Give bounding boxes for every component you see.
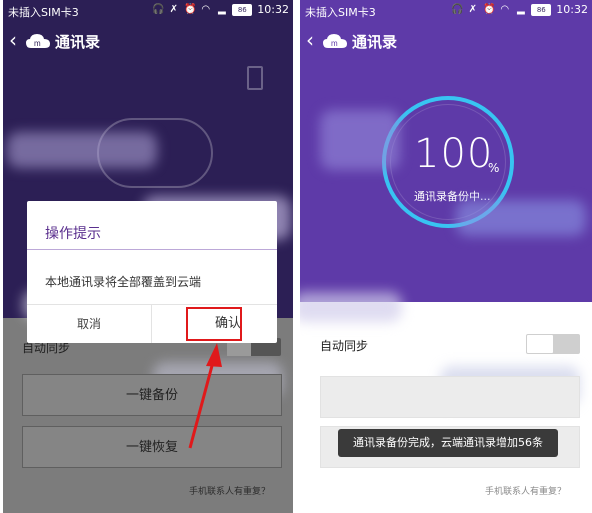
blur-patch (300, 292, 402, 322)
phone-icon (247, 66, 263, 90)
status-bar: 未插入SIM卡3 🎧 ✗ ⏰ ◠ ▂ 86 10:32 (300, 0, 592, 22)
one-click-backup-button[interactable] (320, 376, 580, 418)
duplicate-contacts-link[interactable]: 手机联系人有重复？ (485, 484, 566, 497)
headset-icon: 🎧 (152, 4, 165, 15)
mute-icon: ✗ (169, 4, 178, 15)
alarm-icon: ⏰ (184, 4, 197, 15)
headset-icon: 🎧 (451, 4, 464, 15)
alarm-icon: ⏰ (483, 4, 496, 15)
battery-icon: 86 (232, 3, 253, 16)
auto-sync-label: 自动同步 (320, 339, 369, 353)
app-bar: ‹ m 通讯录 (3, 26, 293, 58)
one-click-backup-button[interactable]: 一键备份 (22, 374, 282, 416)
dialog-title: 操作提示 (45, 226, 101, 242)
dialog-message: 本地通讯录将全部覆盖到云端 (45, 275, 202, 289)
svg-text:m: m (34, 39, 41, 48)
carrier-text: 未插入SIM卡3 (8, 6, 79, 19)
signal-icon: ▂ (516, 4, 525, 15)
app-bar: ‹ m 通讯录 (300, 26, 592, 58)
one-click-restore-button[interactable]: 一键恢复 (22, 426, 282, 468)
duplicate-contacts-link[interactable]: 手机联系人有重复？ (189, 484, 270, 497)
left-phone-screen: 未插入SIM卡3 🎧 ✗ ⏰ ◠ ▂ 86 10:32 ‹ m 通讯录 自动同步… (3, 0, 293, 513)
clock: 10:32 (556, 3, 588, 16)
status-bar: 未插入SIM卡3 🎧 ✗ ⏰ ◠ ▂ 86 10:32 (3, 0, 293, 22)
progress-unit: % (488, 161, 500, 175)
signal-icon: ▂ (217, 4, 226, 15)
blur-patch (456, 200, 586, 236)
battery-icon: 86 (531, 3, 552, 16)
divider (151, 305, 152, 343)
progress-value: 100 (414, 131, 494, 177)
blur-patch (7, 132, 157, 168)
svg-text:m: m (331, 39, 338, 48)
cloud-logo-icon: m (323, 34, 347, 48)
wifi-icon: ◠ (500, 4, 510, 15)
toggle-knob (527, 335, 553, 353)
wifi-icon: ◠ (201, 4, 211, 15)
carrier-text: 未插入SIM卡3 (305, 6, 376, 19)
app-title: 通讯录 (55, 33, 101, 51)
auto-sync-toggle[interactable] (526, 334, 580, 354)
back-icon[interactable]: ‹ (306, 28, 314, 52)
cancel-button[interactable]: 取消 (27, 305, 151, 343)
right-phone-screen: 未插入SIM卡3 🎧 ✗ ⏰ ◠ ▂ 86 10:32 ‹ m 通讯录 100 … (300, 0, 592, 513)
back-icon[interactable]: ‹ (9, 28, 17, 52)
cloud-logo-icon: m (26, 34, 50, 48)
divider (27, 249, 277, 250)
app-title: 通讯录 (352, 33, 398, 51)
highlight-box (186, 307, 242, 341)
mute-icon: ✗ (468, 4, 477, 15)
blur-patch (320, 110, 400, 170)
toast-message: 通讯录备份完成，云端通讯录增加56条 (338, 429, 558, 457)
clock: 10:32 (257, 3, 289, 16)
